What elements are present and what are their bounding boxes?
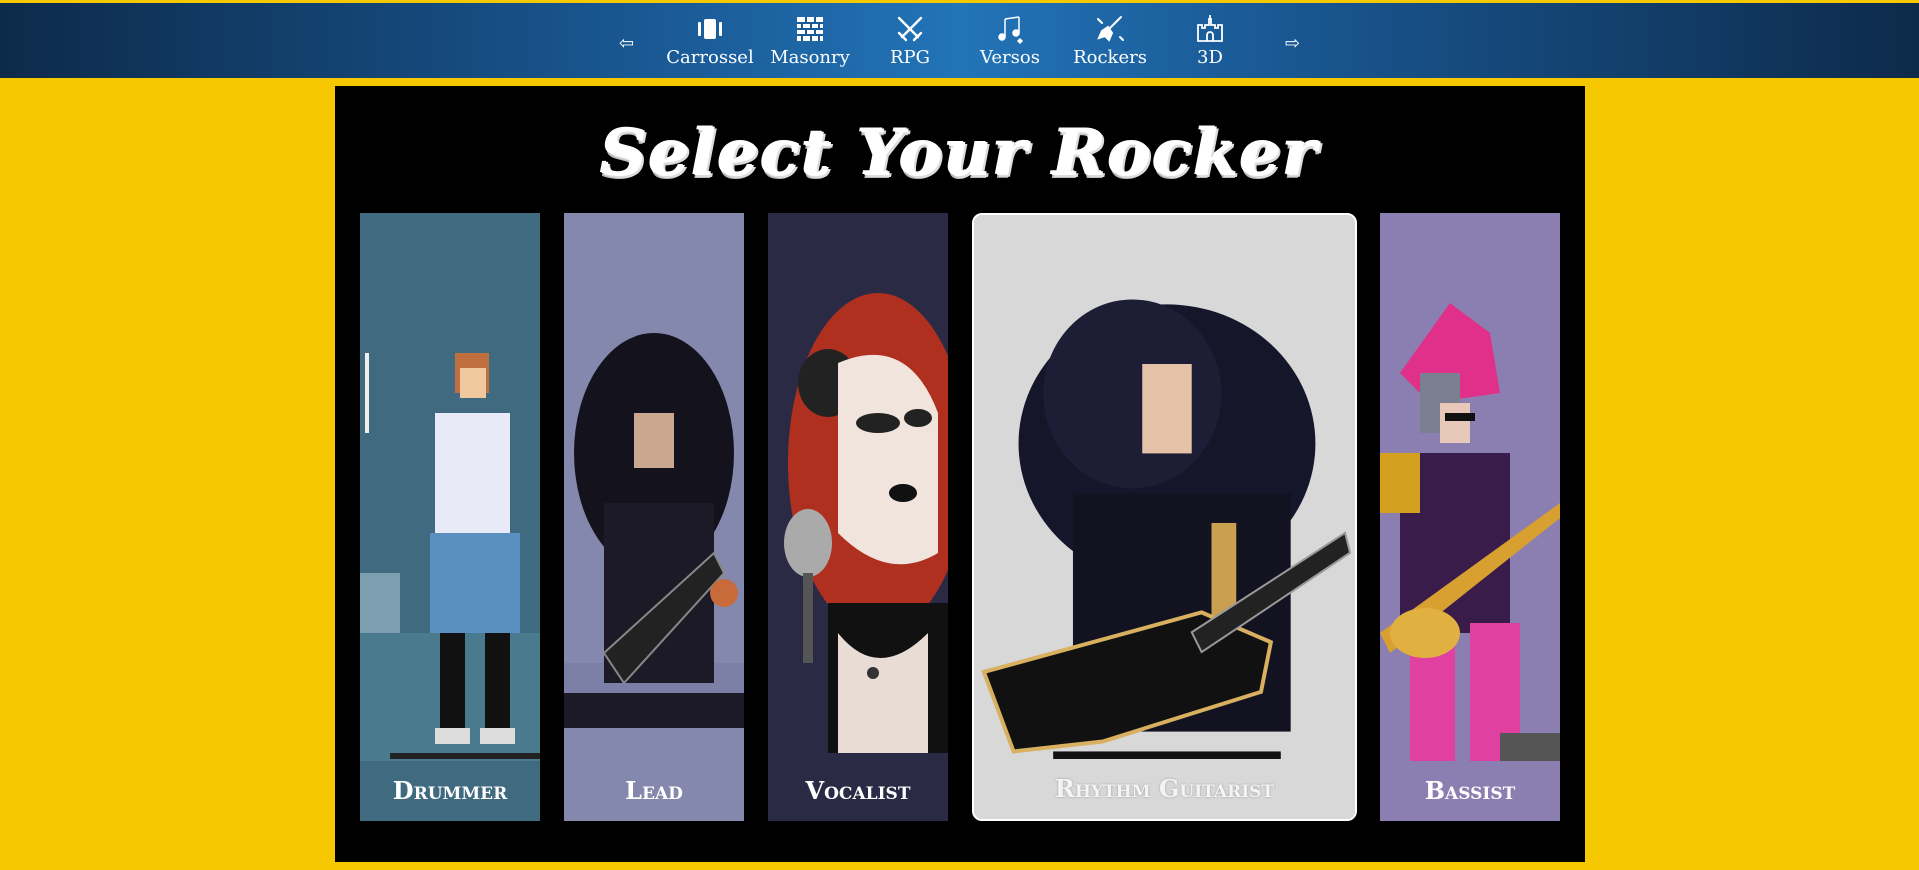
card-label: Bassist (1380, 761, 1560, 821)
nav-item-rockers[interactable]: Rockers (1060, 9, 1160, 75)
nav-prev-arrow[interactable]: ⇦ (619, 33, 634, 54)
nav-item-carrossel[interactable]: Carrossel (660, 9, 760, 75)
rhythm-guitarist-illustration (974, 215, 1355, 819)
nav-next-arrow[interactable]: ⇨ (1285, 33, 1300, 54)
card-label: Drummer (360, 761, 540, 821)
vocalist-illustration (768, 213, 948, 821)
card-label: Rhythm Guitarist (974, 759, 1355, 819)
castle-icon (1197, 15, 1223, 42)
carousel-icon (698, 19, 722, 39)
drummer-illustration (360, 213, 540, 821)
rocker-select-stage: Select Your Rocker Drummer Lead Vocalist… (335, 86, 1585, 862)
card-bassist[interactable]: Bassist (1380, 213, 1560, 821)
page-title: Select Your Rocker (601, 116, 1319, 191)
card-label: Vocalist (768, 761, 948, 821)
card-rhythm-guitarist[interactable]: Rhythm Guitarist (972, 213, 1357, 821)
nav-item-masonry[interactable]: Masonry (760, 9, 860, 75)
bassist-illustration (1380, 213, 1560, 821)
top-navigation-bar: ⇦ Carrossel Masonry RPG Versos Rockers 3… (0, 0, 1919, 78)
card-drummer[interactable]: Drummer (360, 213, 540, 821)
nav-menu: ⇦ Carrossel Masonry RPG Versos Rockers 3… (0, 9, 1919, 75)
music-notes-icon (998, 16, 1024, 45)
card-label: Lead Guitarist (564, 761, 744, 821)
nav-label: Masonry (770, 47, 850, 68)
card-vocalist[interactable]: Vocalist (768, 213, 948, 821)
guitar-icon (1097, 16, 1124, 42)
nav-item-3d[interactable]: 3D (1160, 9, 1260, 75)
swords-icon (897, 16, 923, 42)
nav-label: Rockers (1073, 47, 1147, 68)
nav-item-rpg[interactable]: RPG (860, 9, 960, 75)
nav-label: 3D (1197, 47, 1223, 68)
masonry-icon (797, 17, 823, 41)
card-lead-guitarist[interactable]: Lead Guitarist (564, 213, 744, 821)
nav-label: RPG (889, 47, 931, 68)
nav-item-versos[interactable]: Versos (960, 9, 1060, 75)
nav-label: Carrossel (666, 47, 754, 68)
nav-label: Versos (980, 47, 1040, 68)
lead-guitarist-illustration (564, 213, 744, 821)
